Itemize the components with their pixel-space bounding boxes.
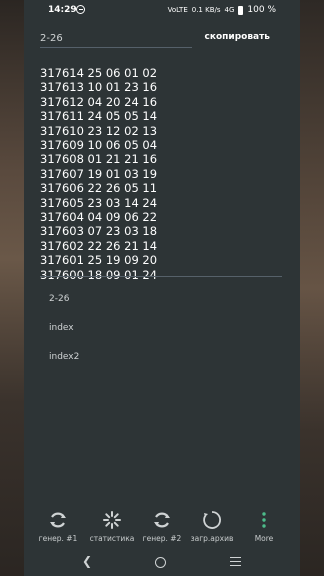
file-item[interactable]: index2 xyxy=(24,352,300,381)
file-item[interactable]: index xyxy=(24,323,300,352)
result-row: 317603 07 23 03 18 xyxy=(40,224,158,239)
recent-apps-icon[interactable] xyxy=(230,557,241,568)
divider xyxy=(40,276,282,277)
generator-2-icon xyxy=(154,512,170,528)
status-time: 14:29 xyxy=(48,5,77,15)
result-row: 317608 01 21 21 16 xyxy=(40,152,158,167)
nav-label: загр.архив xyxy=(190,534,234,543)
nav-generator-1[interactable]: генер. #1 xyxy=(30,510,86,543)
blurred-background-right xyxy=(300,0,324,576)
load-archive-icon xyxy=(203,511,221,529)
battery-percent: 100 % xyxy=(247,5,276,15)
generator-1-icon xyxy=(50,512,66,528)
app-screen: 14:29 VoLTE 0.1 KB/s 4G 100 % скопироват… xyxy=(24,0,300,576)
result-row: 317606 22 26 05 11 xyxy=(40,181,158,196)
search-input[interactable] xyxy=(40,30,190,46)
battery-icon xyxy=(238,5,244,15)
result-row: 317600 18 09 01 24 xyxy=(40,267,158,282)
network-speed: 0.1 KB/s xyxy=(191,6,221,14)
result-row: 317604 04 09 06 22 xyxy=(40,210,158,225)
bottom-navigation: генер. #1 статистика генер. #2 загр.архи… xyxy=(24,510,300,546)
nav-generator-2[interactable]: генер. #2 xyxy=(134,510,190,543)
search-underline xyxy=(40,47,192,48)
result-row: 317610 23 12 02 13 xyxy=(40,123,158,138)
file-item[interactable]: 2-26 xyxy=(24,294,300,323)
nav-label: генер. #2 xyxy=(142,534,182,543)
copy-button[interactable]: скопировать xyxy=(205,32,270,42)
result-row: 317613 10 01 23 16 xyxy=(40,80,158,95)
results-list: 317614 25 06 01 02 317613 10 01 23 16 3176… xyxy=(40,66,280,282)
result-row: 317605 23 03 14 24 xyxy=(40,195,158,210)
result-row: 317607 19 01 03 19 xyxy=(40,166,158,181)
back-icon[interactable]: ❮ xyxy=(82,554,92,568)
nav-label: генер. #1 xyxy=(38,534,78,543)
signal-4g: 4G xyxy=(224,6,235,14)
result-row: 317611 24 05 05 14 xyxy=(40,109,158,124)
nav-label: More xyxy=(254,534,274,543)
file-list: 2-26 index index2 xyxy=(24,294,300,381)
top-bar: скопировать xyxy=(24,28,300,50)
result-row: 317601 25 19 09 20 xyxy=(40,253,158,268)
system-navigation-bar: ❮ xyxy=(24,546,300,576)
nav-label: статистика xyxy=(89,534,135,543)
nav-statistics[interactable]: статистика xyxy=(84,510,140,543)
statistics-icon xyxy=(103,511,121,529)
nav-more[interactable]: More xyxy=(236,510,292,543)
result-row: 317614 25 06 01 02 xyxy=(40,66,158,80)
volte-indicator: VoLTE xyxy=(167,6,188,14)
status-indicators: VoLTE 0.1 KB/s 4G 100 % xyxy=(168,5,276,15)
do-not-disturb-icon xyxy=(76,5,85,14)
nav-load-archive[interactable]: загр.архив xyxy=(184,510,240,543)
result-row: 317602 22 26 21 14 xyxy=(40,238,158,253)
status-bar: 14:29 VoLTE 0.1 KB/s 4G 100 % xyxy=(24,0,300,22)
result-row: 317612 04 20 24 16 xyxy=(40,94,158,109)
blurred-background-left xyxy=(0,0,24,576)
result-row: 317609 10 06 05 04 xyxy=(40,138,158,153)
more-icon xyxy=(262,512,266,528)
home-icon[interactable] xyxy=(155,557,166,568)
